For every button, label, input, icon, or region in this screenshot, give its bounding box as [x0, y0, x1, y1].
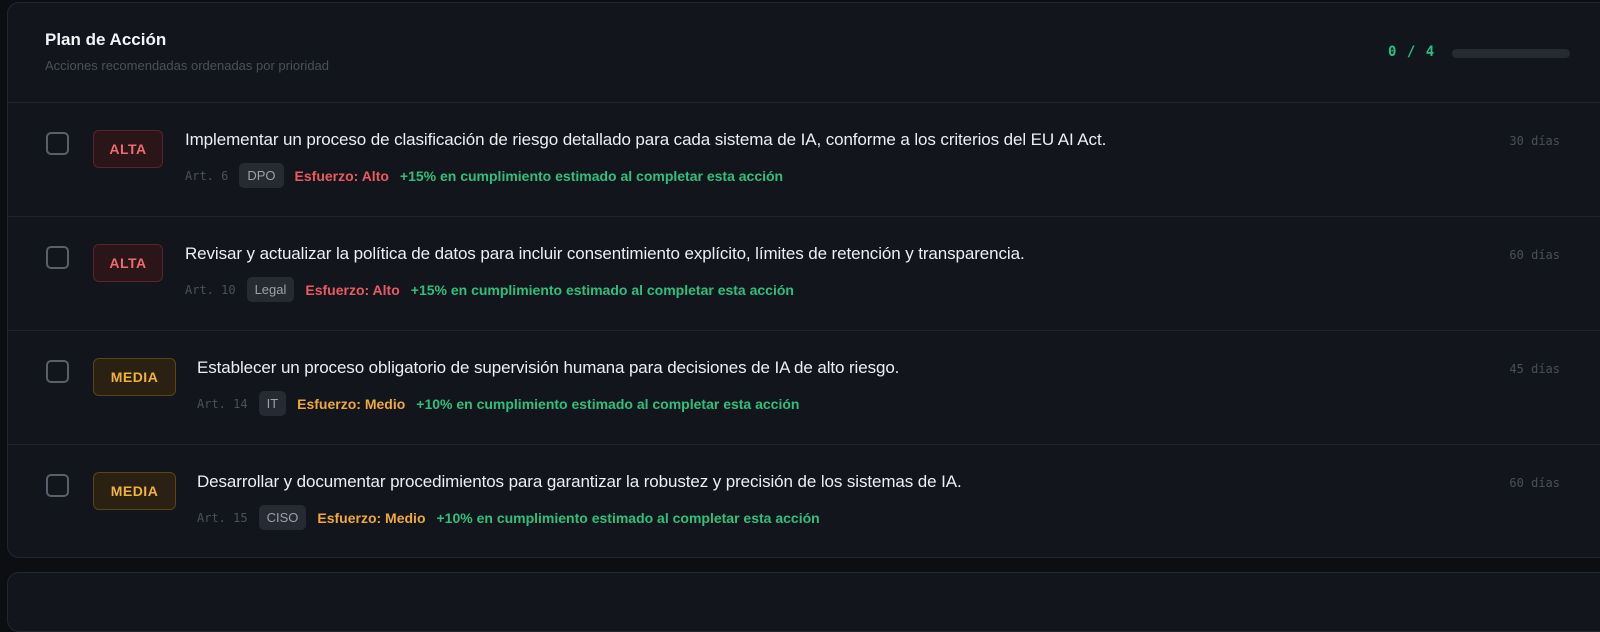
article-reference: Art. 6 [185, 168, 229, 183]
action-plan-panel: Plan de Acción Acciones recomendadas ord… [7, 2, 1600, 558]
panel-title: Plan de Acción [45, 30, 167, 49]
effort-label: Esfuerzo: Medio [317, 509, 426, 526]
action-title: Desarrollar y documentar procedimientos … [197, 472, 962, 491]
impact-label: +10% en cumplimiento estimado al complet… [436, 509, 820, 526]
article-reference: Art. 14 [197, 396, 248, 411]
action-title: Implementar un proceso de clasificación … [185, 130, 1107, 149]
article-reference: Art. 15 [197, 510, 248, 525]
owner-tag: CISO [258, 505, 307, 530]
next-panel [7, 572, 1600, 632]
action-row: MEDIA Establecer un proceso obligatorio … [8, 331, 1600, 445]
owner-tag: DPO [239, 163, 284, 188]
progress-bar [1452, 49, 1570, 58]
action-content: Implementar un proceso de clasificación … [185, 130, 1106, 188]
panel-subtitle: Acciones recomendadas ordenadas por prio… [45, 58, 330, 73]
action-checkbox[interactable] [46, 246, 69, 269]
action-row: ALTA Revisar y actualizar la política de… [8, 217, 1600, 331]
priority-badge: ALTA [93, 244, 163, 282]
action-meta: Art. 15 CISO Esfuerzo: Medio +10% en cum… [197, 505, 962, 530]
action-content: Revisar y actualizar la política de dato… [185, 244, 1025, 302]
deadline-days: 60 días [1509, 248, 1560, 262]
owner-tag: Legal [246, 277, 295, 302]
action-content: Establecer un proceso obligatorio de sup… [197, 358, 899, 416]
impact-label: +15% en cumplimiento estimado al complet… [410, 281, 794, 298]
priority-badge: MEDIA [93, 358, 176, 396]
action-content: Desarrollar y documentar procedimientos … [197, 472, 962, 530]
action-row: ALTA Implementar un proceso de clasifica… [8, 103, 1600, 217]
panel-header: Plan de Acción Acciones recomendadas ord… [8, 3, 1600, 103]
action-row: MEDIA Desarrollar y documentar procedimi… [8, 445, 1600, 557]
deadline-days: 45 días [1509, 362, 1560, 376]
action-meta: Art. 10 Legal Esfuerzo: Alto +15% en cum… [185, 277, 1025, 302]
effort-label: Esfuerzo: Alto [294, 167, 389, 184]
progress-count: 0 / 4 [1388, 44, 1436, 60]
priority-badge: MEDIA [93, 472, 176, 510]
effort-label: Esfuerzo: Alto [305, 281, 400, 298]
impact-label: +15% en cumplimiento estimado al complet… [399, 167, 784, 184]
impact-label: +10% en cumplimiento estimado al complet… [416, 395, 800, 412]
effort-label: Esfuerzo: Medio [297, 395, 406, 412]
action-title: Establecer un proceso obligatorio de sup… [197, 358, 900, 377]
action-title: Revisar y actualizar la política de dato… [185, 244, 1025, 263]
priority-badge: ALTA [93, 130, 163, 168]
article-reference: Art. 10 [185, 282, 236, 297]
action-checkbox[interactable] [46, 474, 69, 497]
deadline-days: 60 días [1509, 476, 1560, 490]
action-checkbox[interactable] [46, 132, 69, 155]
action-meta: Art. 14 IT Esfuerzo: Medio +10% en cumpl… [197, 391, 899, 416]
deadline-days: 30 días [1509, 134, 1560, 148]
action-meta: Art. 6 DPO Esfuerzo: Alto +15% en cumpli… [185, 163, 1106, 188]
action-checkbox[interactable] [46, 360, 69, 383]
owner-tag: IT [258, 391, 287, 416]
